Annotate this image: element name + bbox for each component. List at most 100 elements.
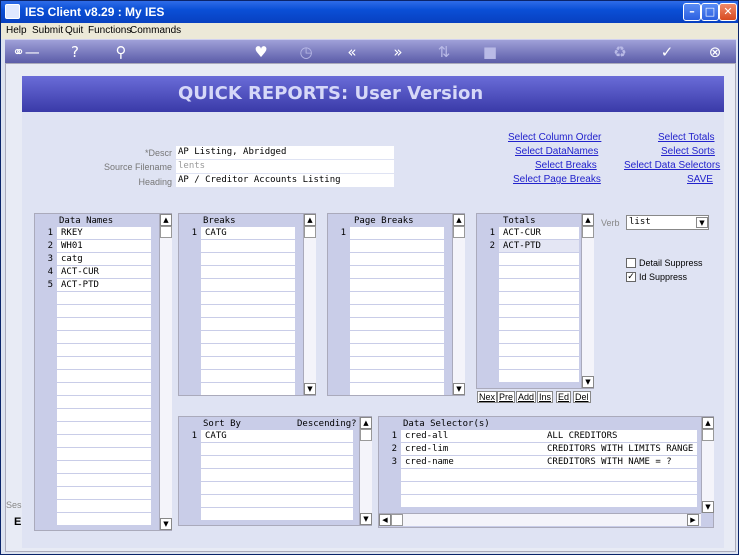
row-value[interactable] (350, 370, 444, 382)
row-value[interactable] (57, 292, 151, 304)
check-icon[interactable]: ✓ (657, 43, 677, 61)
row-value[interactable] (201, 344, 295, 356)
row-value[interactable] (201, 469, 353, 481)
help-icon[interactable]: ? (65, 43, 85, 61)
row-value[interactable] (350, 227, 444, 239)
page-breaks-scrollbar[interactable]: ▲ ▼ (452, 214, 465, 395)
row-value[interactable] (57, 435, 151, 447)
row-value[interactable] (201, 318, 295, 330)
delete-button[interactable]: Del (573, 391, 591, 403)
menu-quit[interactable]: Quit (65, 25, 83, 36)
row-value[interactable] (350, 357, 444, 369)
minimize-icon[interactable]: – (683, 3, 701, 21)
row-value[interactable] (401, 469, 697, 481)
row-value[interactable] (401, 482, 697, 494)
scroll-down-icon[interactable]: ▼ (582, 376, 594, 388)
row-value[interactable] (57, 396, 151, 408)
row-value[interactable] (201, 495, 353, 507)
row-value[interactable] (499, 370, 579, 382)
close-icon[interactable]: ✕ (719, 3, 737, 21)
sort-by-scrollbar[interactable]: ▲ ▼ (359, 417, 372, 525)
stop-icon[interactable]: ■ (480, 43, 500, 61)
source-field[interactable]: lents (176, 160, 394, 173)
sort-icon[interactable]: ⇅ (434, 43, 454, 61)
row-value[interactable] (201, 383, 295, 395)
scroll-thumb[interactable] (702, 429, 714, 441)
row-value[interactable] (350, 292, 444, 304)
row-value[interactable] (499, 266, 579, 278)
row-value[interactable] (57, 370, 151, 382)
row-value[interactable] (499, 279, 579, 291)
heart-icon[interactable]: ♥ (251, 43, 271, 61)
row-value[interactable] (57, 318, 151, 330)
descr-field[interactable]: AP Listing, Abridged (176, 146, 394, 159)
breaks-scrollbar[interactable]: ▲ ▼ (303, 214, 316, 395)
horizontal-scrollbar[interactable]: ◀ ▶ (379, 513, 701, 526)
row-value[interactable] (57, 461, 151, 473)
row-value[interactable] (57, 474, 151, 486)
row-value[interactable] (57, 305, 151, 317)
scroll-up-icon[interactable]: ▲ (304, 214, 316, 226)
scroll-down-icon[interactable]: ▼ (360, 513, 372, 525)
search-icon[interactable]: ⚲ (111, 43, 131, 61)
save-link[interactable]: SAVE (687, 174, 713, 185)
scroll-thumb[interactable] (360, 429, 372, 441)
menu-submit[interactable]: Submit (32, 25, 63, 36)
scroll-up-icon[interactable]: ▲ (702, 417, 714, 429)
edit-button[interactable]: Ed (556, 391, 572, 403)
row-value[interactable]: catg (57, 253, 151, 265)
row-value[interactable] (57, 383, 151, 395)
row-value[interactable] (350, 266, 444, 278)
row-value[interactable] (57, 513, 151, 525)
history-icon[interactable]: ◷ (296, 43, 316, 61)
row-value[interactable]: ACT-PTD (499, 240, 579, 252)
row-value[interactable] (201, 456, 353, 468)
row-value[interactable] (350, 318, 444, 330)
row-value[interactable] (201, 443, 353, 455)
data-names-scrollbar[interactable]: ▲ ▼ (159, 214, 172, 530)
row-value[interactable] (57, 422, 151, 434)
detail-suppress-checkbox[interactable] (626, 258, 636, 268)
row-value[interactable] (350, 240, 444, 252)
row-value[interactable] (350, 279, 444, 291)
row-value[interactable] (201, 305, 295, 317)
scroll-right-icon[interactable]: ▶ (687, 514, 699, 526)
next-button[interactable]: Nex (477, 391, 498, 403)
row-value[interactable] (499, 318, 579, 330)
row-value[interactable]: CATG (201, 227, 295, 239)
row-value[interactable]: CATG (201, 430, 353, 442)
forward-icon[interactable]: » (388, 43, 408, 61)
row-value[interactable]: WH01 (57, 240, 151, 252)
menu-help[interactable]: Help (6, 25, 27, 36)
verb-select[interactable]: list ▼ (626, 215, 709, 230)
maximize-icon[interactable]: □ (701, 3, 719, 21)
menu-commands[interactable]: Commands (130, 25, 181, 36)
row-value[interactable] (57, 409, 151, 421)
row-value[interactable] (201, 240, 295, 252)
row-value[interactable] (350, 305, 444, 317)
scroll-thumb[interactable] (391, 514, 403, 526)
dropdown-arrow-icon[interactable]: ▼ (696, 217, 708, 228)
row-value[interactable] (499, 305, 579, 317)
row-value[interactable] (350, 344, 444, 356)
row-value[interactable] (57, 448, 151, 460)
row-value[interactable] (201, 508, 353, 520)
row-value[interactable] (350, 383, 444, 395)
select-totals-link[interactable]: Select Totals (658, 132, 715, 143)
scroll-thumb[interactable] (304, 226, 316, 238)
row-value[interactable] (57, 344, 151, 356)
scroll-down-icon[interactable]: ▼ (304, 383, 316, 395)
scroll-down-icon[interactable]: ▼ (702, 501, 714, 513)
row-value[interactable] (201, 370, 295, 382)
select-breaks-link[interactable]: Select Breaks (535, 160, 597, 171)
row-value[interactable] (201, 279, 295, 291)
row-value[interactable] (57, 500, 151, 512)
insert-button[interactable]: Ins (537, 391, 554, 403)
row-value[interactable] (201, 253, 295, 265)
heading-field[interactable]: AP / Creditor Accounts Listing (176, 174, 394, 187)
add-button[interactable]: Add (516, 391, 537, 403)
select-column-order-link[interactable]: Select Column Order (508, 132, 601, 143)
row-value[interactable] (201, 482, 353, 494)
row-value[interactable] (401, 495, 697, 507)
previous-button[interactable]: Pre (497, 391, 516, 403)
